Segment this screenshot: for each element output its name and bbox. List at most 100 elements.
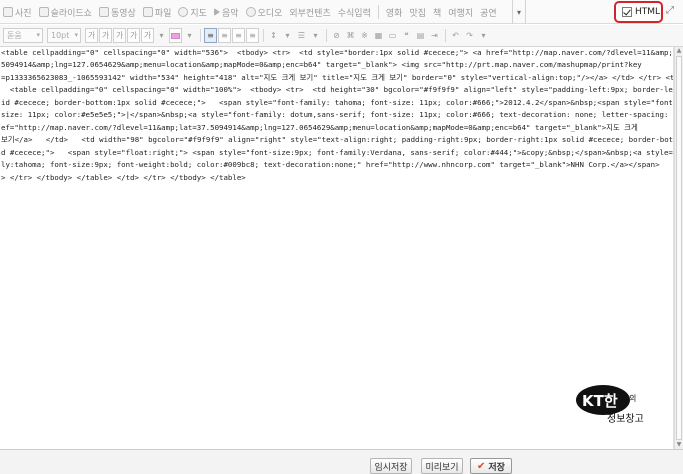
scrollbar-thumb[interactable] xyxy=(676,56,682,440)
link-button[interactable]: ⊘ xyxy=(330,28,343,43)
check-icon: ✔ xyxy=(477,460,486,472)
temp-save-label: 임시저장 xyxy=(374,462,408,473)
insert-performance-label: 공연 xyxy=(480,8,497,19)
chevron-down-icon[interactable]: ▾ xyxy=(309,28,322,43)
align-justify-button[interactable]: ≡ xyxy=(246,28,259,43)
scroll-up-icon[interactable]: ▲ xyxy=(675,47,683,55)
insert-external-content-label: 외부컨텐츠 xyxy=(289,8,331,19)
font-family-select[interactable]: 돋움 xyxy=(3,28,43,43)
strikethrough-button[interactable]: 가 xyxy=(127,28,140,43)
insert-slideshow-button[interactable]: 슬라이드쇼 xyxy=(38,6,92,19)
underline-label: 가 xyxy=(115,31,124,40)
file-icon xyxy=(142,7,153,17)
preview-button[interactable]: 미리보기 xyxy=(421,458,463,474)
special-char-button[interactable]: ※ xyxy=(358,28,371,43)
url-button[interactable]: ⌘ xyxy=(344,28,357,43)
logo-text-sub: 정보창고 xyxy=(607,413,644,425)
save-button[interactable]: ✔ 저장 xyxy=(470,458,512,474)
code-line: 보기</a> </td> <td width="98" bgcolor="#f9… xyxy=(1,135,674,144)
insert-movie-label: 영화 xyxy=(385,8,403,19)
font-size-value: 10pt xyxy=(51,31,70,40)
italic-button[interactable]: 가 xyxy=(99,28,112,43)
chevron-down-icon[interactable]: ▾ xyxy=(155,28,168,43)
box-button[interactable]: ▤ xyxy=(414,28,427,43)
highlight-swatch-icon xyxy=(171,32,180,39)
preview-label: 미리보기 xyxy=(425,462,459,473)
code-line: 5094914&amp;lng=127.0654629&amp;menu=loc… xyxy=(1,60,642,69)
insert-travel-label: 여행지 xyxy=(448,8,474,19)
expand-editor-icon[interactable]: ⤢ xyxy=(666,6,676,16)
toolbar-more-button[interactable]: ▾ xyxy=(512,0,526,24)
editor-scrollbar[interactable]: ▲ ▼ xyxy=(674,47,683,449)
insert-travel-button[interactable]: 여행지 xyxy=(448,6,473,19)
code-line: <table cellpadding="0" cellspacing="0" w… xyxy=(1,85,674,94)
insert-formula-button[interactable]: 수식입력 xyxy=(338,6,371,19)
table-button[interactable]: ▦ xyxy=(372,28,385,43)
code-line: <table cellpadding="0" cellspacing="0" w… xyxy=(1,48,674,57)
align-left-icon: ≡ xyxy=(207,31,214,40)
insert-map-button[interactable]: 지도 xyxy=(178,6,207,19)
photo-icon xyxy=(3,7,13,17)
temp-save-button[interactable]: 임시저장 xyxy=(370,458,412,474)
insert-video-button[interactable]: 동영상 xyxy=(98,6,136,19)
chevron-down-icon: ▾ xyxy=(481,31,486,40)
horizontal-rule-icon: ▭ xyxy=(388,31,397,40)
logo-text-main: KT한 xyxy=(582,392,618,410)
toolbar-divider xyxy=(377,5,379,19)
indent-button[interactable]: ⇥ xyxy=(428,28,441,43)
insert-external-content-button[interactable]: 외부컨텐츠 xyxy=(289,6,330,19)
insert-music-button[interactable]: 음악 xyxy=(213,6,239,19)
align-right-icon: ≡ xyxy=(235,31,242,40)
underline-button[interactable]: 가 xyxy=(113,28,126,43)
hr-button[interactable]: ▭ xyxy=(386,28,399,43)
html-toggle-label: HTML xyxy=(635,7,661,17)
logo-text-suffix: 의 xyxy=(629,393,636,403)
code-line: size: 11px; color:#e5e5e5;">|</span>&nbs… xyxy=(1,110,674,119)
indent-icon: ⇥ xyxy=(431,31,438,40)
box-icon: ▤ xyxy=(416,31,425,40)
align-center-button[interactable]: ≡ xyxy=(218,28,231,43)
insert-video-label: 동영상 xyxy=(110,8,136,19)
insert-audio-label: 오디오 xyxy=(257,8,283,19)
insert-book-label: 책 xyxy=(433,8,442,19)
list-icon: ☰ xyxy=(297,31,306,40)
insert-photo-button[interactable]: 사진 xyxy=(3,6,32,19)
highlight-color-button[interactable] xyxy=(169,28,182,43)
text-color-button[interactable]: 가 xyxy=(141,28,154,43)
scroll-down-icon[interactable]: ▼ xyxy=(675,441,683,449)
map-icon xyxy=(178,7,189,17)
insert-file-button[interactable]: 파일 xyxy=(142,6,171,19)
code-line: ef="http://map.naver.com/?dlevel=11&amp;… xyxy=(1,123,638,132)
insert-map-label: 지도 xyxy=(190,8,207,19)
quote-button[interactable]: ❝ xyxy=(400,28,413,43)
insert-photo-label: 사진 xyxy=(15,8,32,19)
insert-restaurant-button[interactable]: 맛집 xyxy=(409,6,426,19)
insert-audio-button[interactable]: 오디오 xyxy=(245,6,283,19)
align-right-button[interactable]: ≡ xyxy=(232,28,245,43)
music-icon xyxy=(213,8,220,16)
bold-button[interactable]: 가 xyxy=(85,28,98,43)
insert-book-button[interactable]: 책 xyxy=(433,6,441,19)
align-left-button[interactable]: ≡ xyxy=(204,28,217,43)
html-mode-toggle[interactable]: HTML xyxy=(614,1,663,23)
insert-movie-button[interactable]: 영화 xyxy=(386,6,403,19)
chevron-down-icon[interactable]: ▾ xyxy=(183,28,196,43)
chevron-down-icon[interactable]: ▾ xyxy=(281,28,294,43)
align-center-icon: ≡ xyxy=(221,31,228,40)
text-color-label: 가 xyxy=(143,31,152,40)
line-height-button[interactable]: ↕ xyxy=(267,28,280,43)
toolbar-divider xyxy=(326,29,327,42)
video-icon xyxy=(98,7,109,17)
table-icon: ▦ xyxy=(374,31,383,40)
html-checkbox-icon[interactable] xyxy=(622,7,632,17)
toolbar-divider xyxy=(200,29,201,42)
undo-button[interactable]: ↶ xyxy=(449,28,462,43)
font-size-select[interactable]: 10pt xyxy=(47,28,81,43)
more-options-button[interactable]: ▾ xyxy=(477,28,490,43)
insert-performance-button[interactable]: 공연 xyxy=(480,6,497,19)
redo-button[interactable]: ↷ xyxy=(463,28,476,43)
bottom-action-bar: 임시저장 미리보기 ✔ 저장 xyxy=(0,449,683,474)
slideshow-icon xyxy=(38,7,49,17)
list-button[interactable]: ☰ xyxy=(295,28,308,43)
save-label: 저장 xyxy=(488,462,505,473)
